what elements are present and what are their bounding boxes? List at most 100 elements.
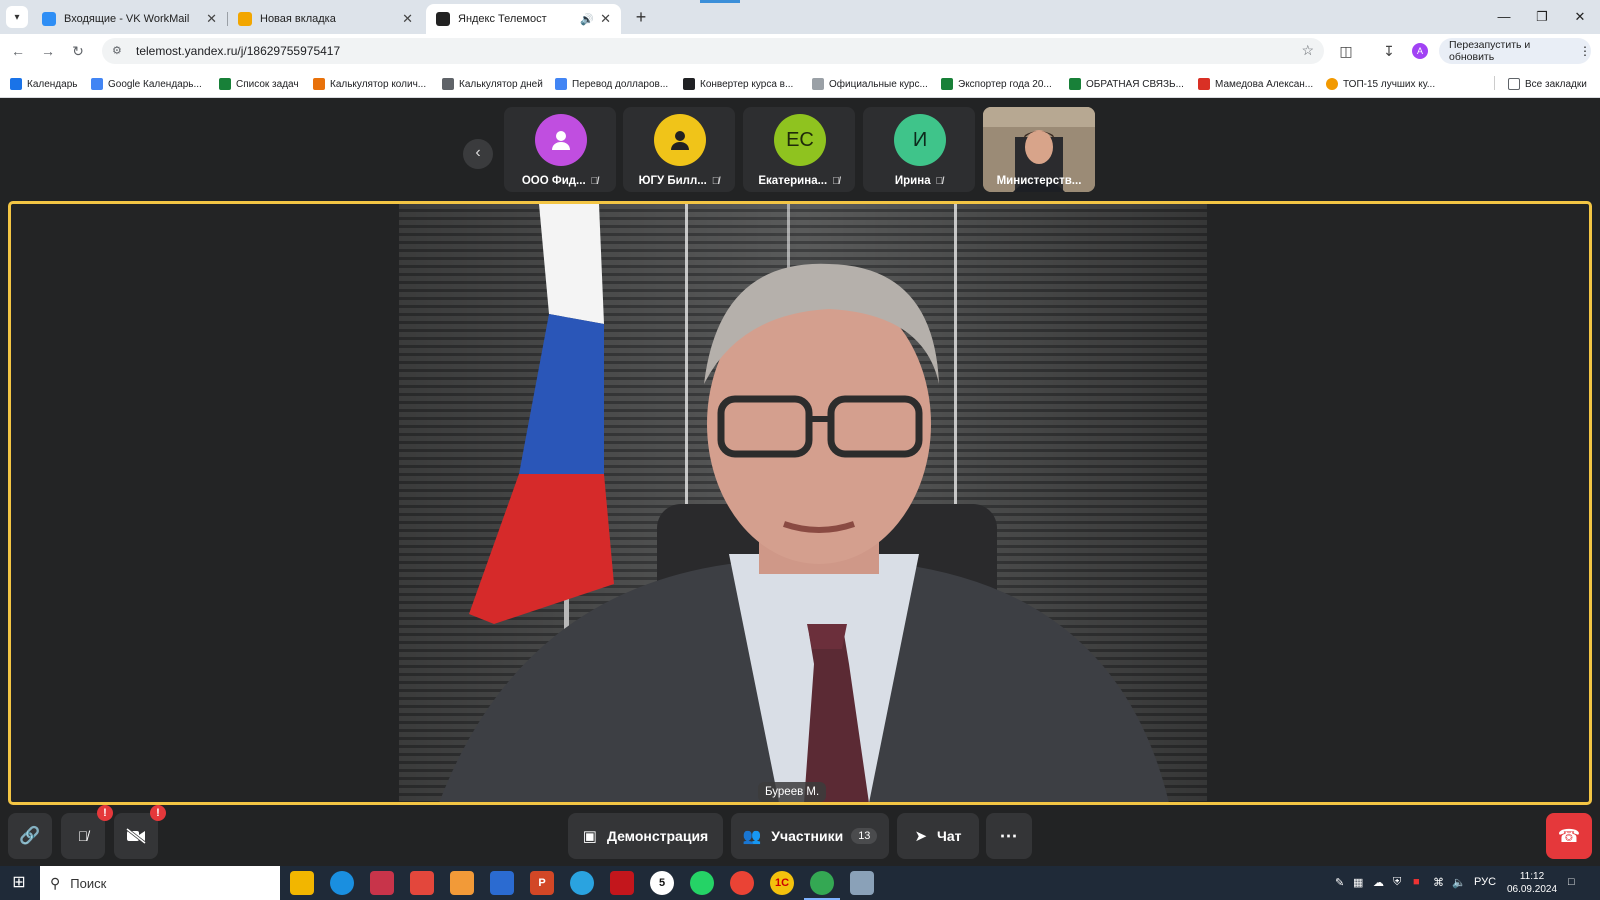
pen-icon[interactable]: ✎ bbox=[1335, 876, 1344, 889]
bookmark-item[interactable]: Конвертер курса в... bbox=[683, 76, 793, 92]
participant-tile[interactable]: ООО Фид... 🎙̸ bbox=[504, 107, 616, 192]
hang-up-button[interactable]: ☎ bbox=[1546, 813, 1592, 859]
tab-new-tab[interactable]: Новая вкладка ✕ bbox=[228, 4, 423, 34]
volume-icon[interactable]: 🔈 bbox=[1452, 876, 1466, 889]
file-explorer-icon[interactable] bbox=[290, 871, 314, 895]
tab-vk-workmail[interactable]: Входящие - VK WorkMail ✕ bbox=[32, 4, 227, 34]
screen-share-label: Демонстрация bbox=[606, 828, 709, 844]
new-tab-button[interactable]: + bbox=[630, 6, 652, 28]
tab-search-button[interactable]: ▾ bbox=[6, 6, 28, 28]
bookmark-item[interactable]: Список задач bbox=[219, 76, 299, 92]
active-speaker-frame[interactable] bbox=[8, 201, 1592, 805]
restart-update-button[interactable]: Перезапустить и обновить ⋮ bbox=[1439, 38, 1591, 64]
participant-name-text: ЮГУ Билл... bbox=[638, 175, 707, 187]
bookmark-item[interactable]: Мамедова Алексан... bbox=[1198, 76, 1313, 92]
taskbar-search[interactable]: ⚲ Поиск bbox=[40, 866, 280, 900]
bookmark-label: Мамедова Алексан... bbox=[1215, 78, 1314, 90]
bookmark-item[interactable]: Google Календарь... bbox=[91, 76, 202, 92]
whatsapp-icon[interactable] bbox=[690, 871, 714, 895]
url-text: telemost.yandex.ru/j/18629755975417 bbox=[136, 44, 341, 58]
speaker-icon[interactable]: 🔊 bbox=[580, 13, 594, 26]
language-indicator[interactable]: РУС bbox=[1474, 876, 1496, 888]
screen-share-button[interactable]: ▣ Демонстрация bbox=[568, 813, 723, 859]
speaker-name-label: Буреев М. bbox=[758, 782, 827, 802]
people-icon: 👥 bbox=[742, 828, 762, 845]
bookmark-label: Экспортер года 20... bbox=[958, 78, 1052, 90]
reload-icon[interactable]: ↻ bbox=[68, 41, 88, 61]
close-icon[interactable]: ✕ bbox=[402, 11, 413, 27]
alert-app-icon[interactable]: ■ bbox=[1413, 876, 1420, 888]
close-icon[interactable]: ✕ bbox=[206, 11, 217, 27]
emblem-icon bbox=[812, 78, 824, 90]
participant-tile-video[interactable]: Министерств... bbox=[983, 107, 1095, 192]
search-icon: ⚲ bbox=[50, 874, 61, 891]
mail-app-icon[interactable] bbox=[450, 871, 474, 895]
wifi-icon[interactable]: ⌘ bbox=[1433, 876, 1444, 889]
alpha-app-icon[interactable] bbox=[490, 871, 514, 895]
tab-label: Входящие - VK WorkMail bbox=[64, 13, 190, 25]
close-window-icon[interactable]: ✕ bbox=[1568, 6, 1592, 28]
device-icon[interactable]: ▦ bbox=[1353, 876, 1363, 889]
chrome-active-icon[interactable] bbox=[804, 871, 840, 900]
chrome-icon[interactable] bbox=[730, 871, 754, 895]
copy-link-button[interactable]: 🔗 bbox=[8, 813, 52, 859]
anydesk-icon[interactable] bbox=[410, 871, 434, 895]
participant-tile[interactable]: И Ирина 🎙̸ bbox=[863, 107, 975, 192]
minimize-icon[interactable]: — bbox=[1492, 6, 1516, 28]
sheets-icon bbox=[941, 78, 953, 90]
cloud-icon[interactable]: ☁ bbox=[1373, 876, 1384, 889]
edge-icon[interactable] bbox=[330, 871, 354, 895]
telegram-icon[interactable] bbox=[570, 871, 594, 895]
bookmark-item[interactable]: Официальные курс... bbox=[812, 76, 928, 92]
chat-label: Чат bbox=[937, 828, 962, 844]
shield-icon[interactable]: ⛨ bbox=[1393, 876, 1401, 889]
conference-stage: ‹ ООО Фид... 🎙̸ ЮГУ Билл... 🎙̸ ЕС Екатерин… bbox=[0, 99, 1600, 866]
chat-button[interactable]: ➤ Чат bbox=[897, 813, 979, 859]
google-calendar-icon bbox=[91, 78, 103, 90]
bookmark-item[interactable]: Перевод долларов... bbox=[555, 76, 668, 92]
chevron-left-icon[interactable]: ‹ bbox=[463, 139, 493, 169]
calendar-icon bbox=[10, 78, 22, 90]
system-clock[interactable]: 11:12 06.09.2024 bbox=[1502, 870, 1562, 896]
bookmark-label: Калькулятор дней bbox=[459, 78, 543, 90]
new-tab-icon bbox=[238, 12, 252, 26]
close-icon[interactable]: ✕ bbox=[600, 11, 611, 27]
download-icon[interactable]: ↧ bbox=[1380, 42, 1398, 60]
participant-tile[interactable]: ЮГУ Билл... 🎙̸ bbox=[623, 107, 735, 192]
calendar-app-icon[interactable] bbox=[370, 871, 394, 895]
bookmark-item[interactable]: Календарь bbox=[10, 76, 77, 92]
back-icon[interactable]: ← bbox=[8, 41, 28, 61]
windows-start-icon[interactable]: ⊞ bbox=[8, 872, 30, 894]
kebab-menu-icon[interactable]: ⋮ bbox=[1579, 44, 1591, 58]
participant-tile[interactable]: ЕС Екатерина... 🎙̸ bbox=[743, 107, 855, 192]
bookmark-item[interactable]: ТОП-15 лучших ку... bbox=[1326, 76, 1435, 92]
tab-label: Новая вкладка bbox=[260, 13, 336, 25]
profile-avatar[interactable]: A bbox=[1412, 43, 1428, 59]
camera-toggle[interactable]: ! bbox=[114, 805, 166, 859]
tab-telemost[interactable]: Яндекс Телемост 🔊 ✕ bbox=[426, 4, 621, 34]
powerpoint-icon[interactable]: P bbox=[530, 871, 554, 895]
all-bookmarks-button[interactable]: Все закладки bbox=[1508, 76, 1587, 92]
link-icon: 🔗 bbox=[19, 826, 41, 845]
forward-icon[interactable]: → bbox=[38, 41, 58, 61]
bookmark-star-icon[interactable]: ☆ bbox=[1301, 42, 1314, 59]
notifications-icon[interactable]: □ bbox=[1568, 876, 1575, 888]
bookmark-item[interactable]: Калькулятор колич... bbox=[313, 76, 426, 92]
address-bar[interactable]: ⚙ telemost.yandex.ru/j/18629755975417 ☆ bbox=[102, 38, 1324, 64]
chatgpt-icon[interactable]: 5 bbox=[650, 871, 674, 895]
extensions-icon[interactable]: ◫ bbox=[1337, 42, 1355, 60]
1c-icon[interactable]: 1С bbox=[770, 871, 794, 895]
microphone-toggle[interactable]: 🎙̸ ! bbox=[61, 805, 113, 859]
mic-off-icon: 🎙̸ bbox=[711, 176, 720, 187]
participants-button[interactable]: 👥 Участники 13 bbox=[731, 813, 889, 859]
restore-icon[interactable]: ❐ bbox=[1530, 6, 1554, 28]
network-app-icon[interactable] bbox=[850, 871, 874, 895]
bookmark-item[interactable]: Экспортер года 20... bbox=[941, 76, 1052, 92]
site-info-icon[interactable]: ⚙ bbox=[112, 44, 126, 58]
acrobat-icon[interactable] bbox=[610, 871, 634, 895]
more-options-button[interactable]: ⋯ bbox=[986, 813, 1032, 859]
participant-name: Екатерина... 🎙̸ bbox=[743, 175, 855, 187]
bookmark-item[interactable]: ОБРАТНАЯ СВЯЗЬ... bbox=[1069, 76, 1184, 92]
bookmark-label: Официальные курс... bbox=[829, 78, 928, 90]
bookmark-item[interactable]: Калькулятор дней bbox=[442, 76, 543, 92]
